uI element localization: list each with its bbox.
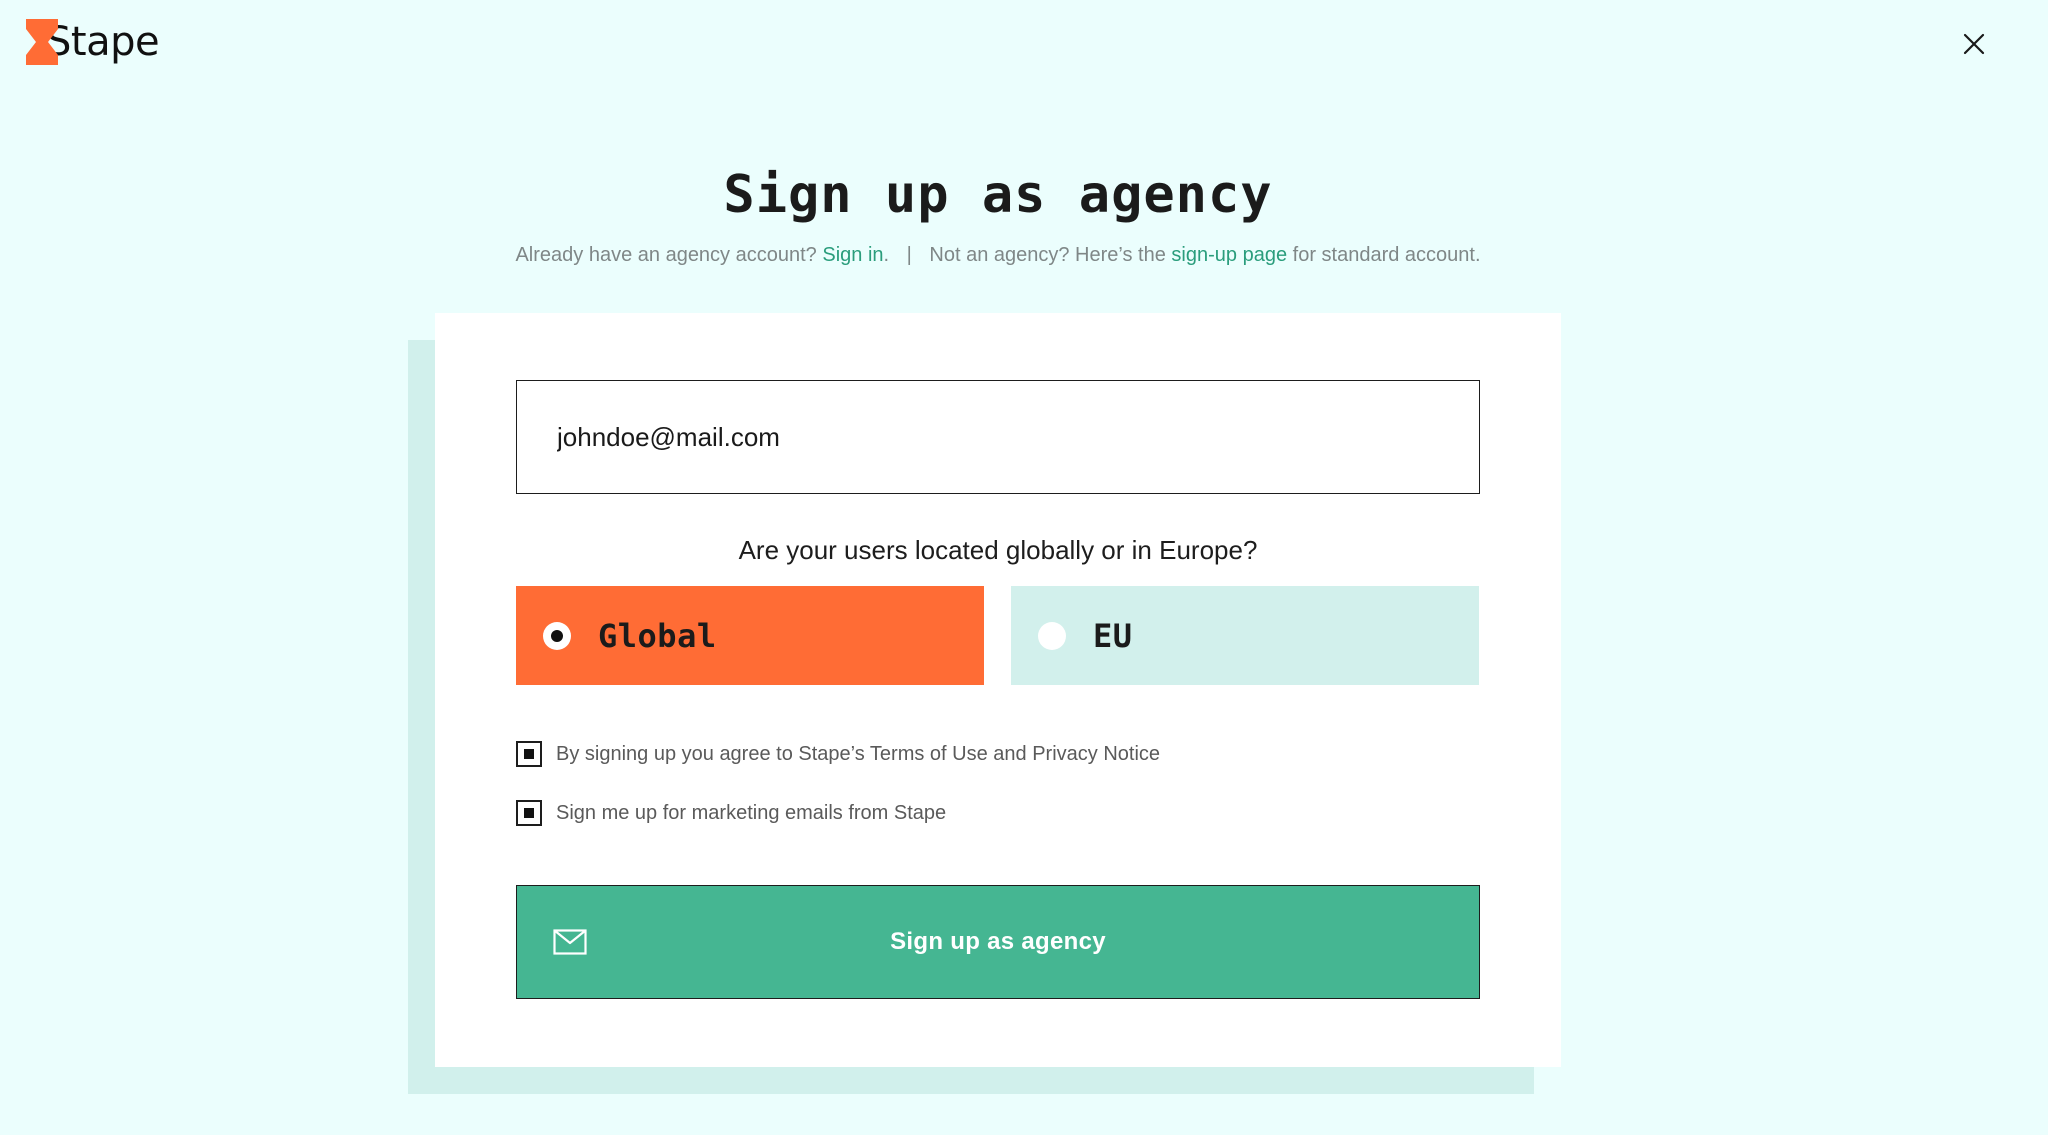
marketing-checkbox-row[interactable]: Sign me up for marketing emails from Sta… — [516, 800, 946, 826]
terms-checkbox-row[interactable]: By signing up you agree to Stape’s Terms… — [516, 741, 1160, 767]
signup-page-link[interactable]: sign-up page — [1171, 244, 1287, 266]
radio-global[interactable] — [543, 621, 571, 650]
marketing-label: Sign me up for marketing emails from Sta… — [556, 802, 947, 824]
sign-up-agency-button[interactable]: Sign up as agency — [516, 885, 1480, 999]
email-field[interactable] — [516, 380, 1480, 494]
page-subtitle: Already have an agency account? Sign in.… — [0, 242, 1996, 268]
logo-text: Stape — [46, 19, 160, 65]
region-option-eu[interactable]: EU — [1011, 586, 1479, 685]
terms-checkbox[interactable] — [516, 741, 542, 767]
region-question: Are your users located globally or in Eu… — [738, 535, 1258, 565]
region-label-global: Global — [598, 616, 717, 655]
region-option-global[interactable]: Global — [516, 586, 984, 685]
sign-in-link[interactable]: Sign in — [822, 244, 883, 266]
region-label-eu: EU — [1093, 616, 1133, 655]
radio-selected-dot — [551, 629, 563, 642]
checkbox-checked-mark — [524, 749, 534, 759]
stape-logo[interactable]: Stape — [26, 18, 160, 66]
close-icon — [1963, 33, 1985, 55]
subtitle-text-3: Not an agency? Here’s the — [929, 244, 1166, 266]
subtitle-text-4: for standard account. — [1292, 244, 1481, 266]
checkbox-checked-mark — [524, 808, 534, 818]
terms-label: By signing up you agree to Stape’s Terms… — [556, 743, 1161, 765]
marketing-checkbox[interactable] — [516, 800, 542, 826]
envelope-icon — [553, 929, 587, 955]
subtitle-text-1: Already have an agency account? — [515, 244, 817, 266]
close-button[interactable] — [1960, 30, 1988, 58]
signup-card: Are your users located globally or in Eu… — [435, 313, 1561, 1067]
page-title: Sign up as agency — [723, 165, 1273, 225]
subtitle-period: . — [883, 244, 890, 266]
subtitle-separator: | — [906, 244, 912, 266]
stape-logo-mark-icon — [26, 19, 58, 65]
radio-eu[interactable] — [1038, 621, 1066, 650]
sign-up-button-label: Sign up as agency — [890, 928, 1106, 955]
